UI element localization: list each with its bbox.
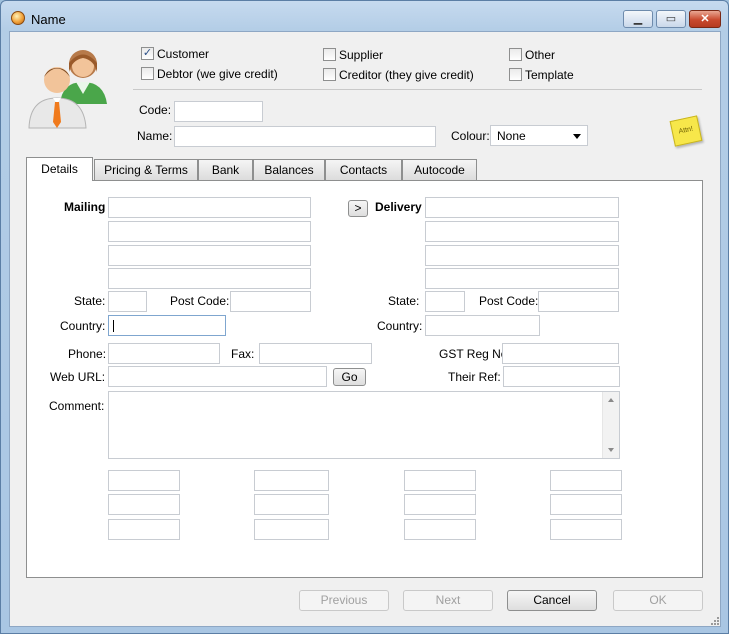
scroll-up-icon[interactable] <box>608 398 614 402</box>
colour-select[interactable]: None <box>490 125 588 146</box>
mailing-country-label: Country: <box>60 319 106 333</box>
app-icon <box>11 11 25 25</box>
comment-field[interactable] <box>108 391 620 459</box>
custom-field-9[interactable] <box>404 519 476 540</box>
sticky-note-icon[interactable]: Attn! <box>669 115 703 147</box>
debtor-label: Debtor (we give credit) <box>157 67 278 81</box>
dialog-client: ✓ Customer Debtor (we give credit) Suppl… <box>9 31 721 627</box>
debtor-checkbox[interactable] <box>141 67 154 80</box>
custom-field-4[interactable] <box>254 470 329 491</box>
colour-label: Colour: <box>451 129 490 143</box>
delivery-line-1[interactable] <box>425 197 619 218</box>
template-label: Template <box>525 68 574 82</box>
maximize-button[interactable]: ▭ <box>656 10 686 28</box>
mailing-line-1[interactable] <box>108 197 311 218</box>
resize-grip-icon[interactable] <box>710 616 720 626</box>
custom-field-7[interactable] <box>404 470 476 491</box>
copy-to-delivery-button[interactable]: > <box>348 200 368 217</box>
custom-field-11[interactable] <box>550 494 622 515</box>
custom-field-3[interactable] <box>108 519 180 540</box>
window-title: Name <box>31 12 66 27</box>
supplier-checkbox[interactable] <box>323 48 336 61</box>
minimize-button[interactable]: ▁ <box>623 10 653 28</box>
delivery-state-label: State: <box>388 294 420 308</box>
delivery-postcode-field[interactable] <box>538 291 619 312</box>
customer-label: Customer <box>157 47 210 61</box>
mailing-postcode-field[interactable] <box>230 291 311 312</box>
fax-label: Fax: <box>231 347 255 361</box>
people-icon <box>28 50 107 129</box>
chevron-down-icon <box>573 134 581 139</box>
details-panel: Mailing > Delivery State: Post Code: Sta… <box>26 180 703 578</box>
header-divider <box>133 89 702 90</box>
tab-autocode[interactable]: Autocode <box>402 159 477 180</box>
supplier-label: Supplier <box>339 48 384 62</box>
weburl-label: Web URL: <box>50 370 106 384</box>
previous-button[interactable]: Previous <box>299 590 389 611</box>
title-bar[interactable]: Name ▁ ▭ ✕ <box>1 1 728 31</box>
scroll-down-icon[interactable] <box>608 448 614 452</box>
theirref-label: Their Ref: <box>448 370 501 384</box>
phone-field[interactable] <box>108 343 220 364</box>
mailing-line-3[interactable] <box>108 245 311 266</box>
theirref-field[interactable] <box>503 366 620 387</box>
custom-field-2[interactable] <box>108 494 180 515</box>
name-window: Name ▁ ▭ ✕ ✓ Customer Debtor (we give cr… <box>0 0 729 634</box>
tab-balances[interactable]: Balances <box>253 159 325 180</box>
custom-field-12[interactable] <box>550 519 622 540</box>
maximize-icon: ▭ <box>665 13 677 25</box>
delivery-state-field[interactable] <box>425 291 465 312</box>
template-checkbox[interactable] <box>509 68 522 81</box>
name-field[interactable] <box>174 126 436 147</box>
delivery-line-4[interactable] <box>425 268 619 289</box>
minimize-icon: ▁ <box>633 13 643 25</box>
phone-label: Phone: <box>68 347 107 361</box>
custom-field-8[interactable] <box>404 494 476 515</box>
tab-bank[interactable]: Bank <box>198 159 253 180</box>
sticky-note-text: Attn! <box>678 125 694 136</box>
go-button[interactable]: Go <box>333 368 366 386</box>
custom-field-5[interactable] <box>254 494 329 515</box>
other-label: Other <box>525 48 556 62</box>
creditor-label: Creditor (they give credit) <box>339 68 474 82</box>
code-label: Code: <box>139 103 172 117</box>
delivery-line-2[interactable] <box>425 221 619 242</box>
delivery-line-3[interactable] <box>425 245 619 266</box>
mailing-line-2[interactable] <box>108 221 311 242</box>
cancel-button[interactable]: Cancel <box>507 590 597 611</box>
colour-value: None <box>497 129 526 143</box>
comment-label: Comment: <box>49 399 105 413</box>
mailing-postcode-label: Post Code: <box>170 294 230 308</box>
name-label: Name: <box>137 129 173 143</box>
delivery-country-field[interactable] <box>425 315 540 336</box>
weburl-field[interactable] <box>108 366 327 387</box>
other-checkbox[interactable] <box>509 48 522 61</box>
tab-pricing-terms[interactable]: Pricing & Terms <box>94 159 198 180</box>
delivery-label: Delivery <box>375 200 422 214</box>
tab-contacts[interactable]: Contacts <box>325 159 402 180</box>
comment-scrollbar[interactable] <box>602 392 619 458</box>
custom-field-6[interactable] <box>254 519 329 540</box>
mailing-country-field[interactable] <box>108 315 226 336</box>
mailing-label: Mailing <box>64 200 106 214</box>
mailing-state-label: State: <box>74 294 106 308</box>
gst-field[interactable] <box>502 343 619 364</box>
mailing-line-4[interactable] <box>108 268 311 289</box>
gst-label: GST Reg No <box>439 347 508 361</box>
close-icon: ✕ <box>700 13 710 25</box>
custom-field-10[interactable] <box>550 470 622 491</box>
text-caret <box>113 320 114 332</box>
custom-field-1[interactable] <box>108 470 180 491</box>
code-field[interactable] <box>174 101 263 122</box>
creditor-checkbox[interactable] <box>323 68 336 81</box>
delivery-country-label: Country: <box>377 319 423 333</box>
close-button[interactable]: ✕ <box>689 10 721 28</box>
tab-details[interactable]: Details <box>26 157 93 181</box>
mailing-state-field[interactable] <box>108 291 147 312</box>
next-button[interactable]: Next <box>403 590 493 611</box>
ok-button[interactable]: OK <box>613 590 703 611</box>
delivery-postcode-label: Post Code: <box>479 294 539 308</box>
fax-field[interactable] <box>259 343 372 364</box>
customer-checkbox[interactable]: ✓ <box>141 47 154 60</box>
